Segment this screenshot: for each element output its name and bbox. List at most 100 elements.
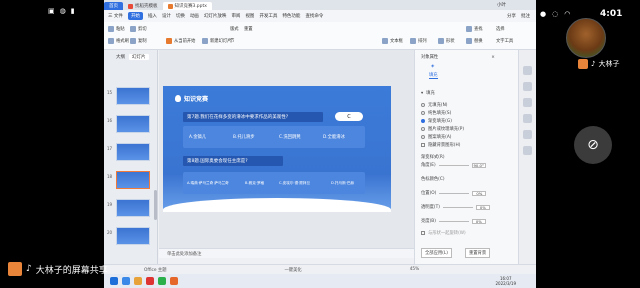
tab-outline[interactable]: 大纲 <box>116 54 125 60</box>
angle-slider[interactable] <box>438 164 469 166</box>
sidebar-tool-icon[interactable] <box>523 66 532 75</box>
replace-button[interactable]: 替换 <box>466 38 483 44</box>
search-commands[interactable]: 查找命令 <box>305 13 323 19</box>
hide-bg-checkbox[interactable]: 隐藏背景图形(H) <box>421 142 460 148</box>
fill-none[interactable]: 无填充(N) <box>421 102 447 108</box>
sidebar-tool-icon[interactable] <box>523 98 532 107</box>
tab-home[interactable]: 首页 <box>104 2 123 10</box>
wifi-icon: ◠ <box>564 10 571 18</box>
fill-tab[interactable]: ◈ <box>431 64 434 69</box>
textbox-button[interactable]: 文本框 <box>382 38 403 44</box>
menu-developer[interactable]: 开发工具 <box>259 13 277 19</box>
copy-button[interactable]: 复制 <box>130 38 147 44</box>
folder-icon[interactable] <box>134 277 142 285</box>
chevron-down-icon: ▾ <box>421 90 424 96</box>
position-label: 位置(O) <box>421 191 437 196</box>
mic-muted-button[interactable]: ⊘ <box>574 126 612 164</box>
fill-solid[interactable]: 纯色填充(S) <box>421 110 451 116</box>
fill-section-label[interactable]: 填充 <box>429 72 438 79</box>
menu-file[interactable]: 三 文件 <box>108 13 123 19</box>
new-slide-button[interactable]: 新建幻灯片 <box>202 38 231 44</box>
menu-design[interactable]: 设计 <box>162 13 171 19</box>
menu-transition[interactable]: 切换 <box>176 13 185 19</box>
slide-thumbnail[interactable] <box>116 115 150 133</box>
menu-view[interactable]: 视图 <box>245 13 254 19</box>
cut-button[interactable]: 剪切 <box>130 26 147 32</box>
reset-bg-button[interactable]: 重置背景 <box>464 248 491 258</box>
tab-slides[interactable]: 幻灯片 <box>129 54 149 60</box>
arrange-icon <box>410 38 416 44</box>
menu-insert[interactable]: 插入 <box>148 13 157 19</box>
ribbon-label: 节 <box>230 39 235 44</box>
slide-thumbnail[interactable] <box>116 199 150 217</box>
start-icon[interactable] <box>110 277 118 285</box>
thumbnail-scrollbar[interactable] <box>154 190 157 220</box>
user-name[interactable]: 小叶 <box>497 2 506 8</box>
menu-features[interactable]: 特色功能 <box>282 13 300 19</box>
rotate-with-shape[interactable]: 与形状一起旋转(W) <box>421 230 466 236</box>
menu-slideshow[interactable]: 幻灯片放映 <box>204 13 227 19</box>
menu-bar: 三 文件 开始 插入 设计 切换 动画 幻灯片放映 审阅 视图 开发工具 特色功… <box>104 10 536 22</box>
start-from-current-button[interactable]: 从当前开始 <box>166 38 195 44</box>
tab-label: 首页 <box>109 4 118 9</box>
apply-all-button[interactable]: 全部应用(L) <box>421 248 452 258</box>
ppt-icon[interactable] <box>170 277 178 285</box>
arrange-button[interactable]: 排列 <box>410 38 427 44</box>
sidebar-tool-icon[interactable] <box>523 82 532 91</box>
position-input[interactable]: 0% <box>472 190 487 196</box>
menu-animation[interactable]: 动画 <box>190 13 199 19</box>
reset-button[interactable]: 重置 <box>244 26 253 32</box>
tab-document[interactable]: 知识竞赛3.pptx <box>162 2 212 10</box>
transparency-input[interactable]: 0% <box>475 204 490 210</box>
question-8: 第8题.国际奥委会现任主席是? <box>183 156 283 166</box>
slide-thumbnail[interactable] <box>116 227 150 245</box>
format-painter-button[interactable]: 格式刷 <box>108 38 129 44</box>
transparency-slider[interactable] <box>442 206 473 208</box>
angle-input[interactable]: 90.0° <box>471 162 486 168</box>
gradient-style-label: 渐变样式(R) <box>421 155 445 160</box>
slide-thumbnail[interactable] <box>116 87 150 105</box>
fill-picture[interactable]: 图片或纹理填充(P) <box>421 126 464 132</box>
share-button[interactable]: 分享 <box>507 13 516 19</box>
sidebar-tool-icon[interactable] <box>523 114 532 123</box>
fill-gradient[interactable]: 渐变填充(G) <box>421 118 452 124</box>
gradient-style-row[interactable]: 渐变样式(R) <box>421 154 445 160</box>
wechat-icon[interactable] <box>158 277 166 285</box>
option-8c: C.皮埃尔·德·顾拜旦 <box>279 181 311 185</box>
edge-icon[interactable] <box>122 277 130 285</box>
slide-title-text: 知识竞赛 <box>184 96 209 103</box>
fill-header: ▾ 填充 <box>421 90 435 97</box>
brightness-slider[interactable] <box>438 220 469 222</box>
status-bar: Office 主题 一键美化 45% <box>104 264 536 274</box>
layout-button[interactable]: 版式 <box>230 26 239 32</box>
text-tools-button[interactable]: 文字工具 <box>496 38 513 44</box>
menu-review[interactable]: 审阅 <box>231 13 240 19</box>
menu-home[interactable]: 开始 <box>127 12 143 20</box>
comment-button[interactable]: 批注 <box>521 13 530 19</box>
slide-thumbnail-selected[interactable] <box>116 171 150 189</box>
sharer-badge-icon <box>8 262 22 276</box>
slide-thumbnail[interactable] <box>116 143 150 161</box>
beautify-button[interactable]: 一键美化 <box>285 267 302 273</box>
close-icon[interactable]: × <box>491 55 495 60</box>
sidebar-tool-icon[interactable] <box>523 130 532 139</box>
tab-template[interactable]: 找稻壳模板 <box>123 2 163 10</box>
ribbon-label: 排列 <box>418 39 427 44</box>
fill-pattern[interactable]: 图案填充(A) <box>421 134 451 140</box>
position-slider[interactable] <box>439 192 470 194</box>
option-8b: B.雅克·罗格 <box>245 181 265 185</box>
current-slide[interactable]: 知识竞赛 第7题.我们在花样多变的滑冰中要求作品的美观性? C A.金镐儿 B.… <box>163 86 391 212</box>
brightness-input[interactable]: 0% <box>471 218 486 224</box>
shape-button[interactable]: 形状 <box>438 38 455 44</box>
ribbon-toolbar: 粘贴 格式刷 剪切 复制 从当前开始 新建幻灯片 版式 节 重置 文本框 排列 … <box>104 22 536 50</box>
zoom-level[interactable]: 45% <box>410 267 420 272</box>
select-button[interactable]: 选择 <box>496 26 505 32</box>
slide-icon <box>202 38 208 44</box>
paste-button[interactable]: 粘贴 <box>108 26 125 32</box>
slide-number: 19 <box>107 202 113 207</box>
wps-icon[interactable] <box>146 277 154 285</box>
notes-bar[interactable]: 单击此处添加备注 <box>159 248 414 258</box>
section-button[interactable]: 节 <box>230 38 234 44</box>
sidebar-tool-icon[interactable] <box>523 146 532 155</box>
find-button[interactable]: 查找 <box>466 26 483 32</box>
